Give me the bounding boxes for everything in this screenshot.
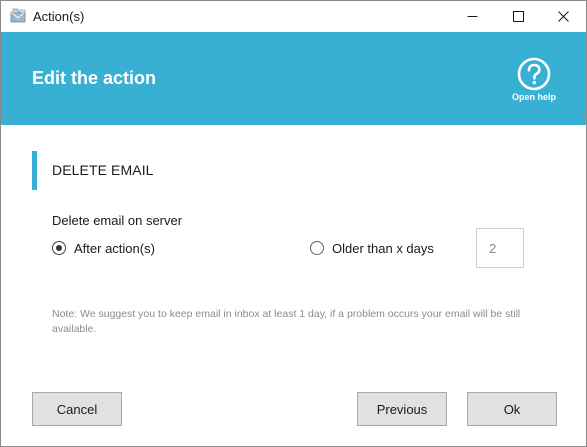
- section-accent-bar: [32, 151, 37, 190]
- ok-button[interactable]: Ok: [467, 392, 557, 426]
- note-text: Note: We suggest you to keep email in in…: [52, 308, 521, 335]
- help-icon: [517, 57, 551, 91]
- dialog-header: Edit the action Open help: [1, 32, 586, 125]
- action-dialog-window: Action(s) Edit the action Open help DELE…: [0, 0, 587, 447]
- radio-older-than-days[interactable]: Older than x days: [310, 239, 434, 257]
- previous-button[interactable]: Previous: [357, 392, 447, 426]
- cancel-button[interactable]: Cancel: [32, 392, 122, 426]
- radio-older-than-days-label: Older than x days: [332, 240, 434, 256]
- radio-checked-indicator: [52, 241, 66, 255]
- open-help-button[interactable]: Open help: [506, 57, 562, 107]
- window-title: Action(s): [33, 9, 85, 24]
- days-input[interactable]: [476, 228, 524, 268]
- maximize-icon: [512, 11, 524, 22]
- app-mail-icon: [10, 8, 26, 23]
- open-help-label: Open help: [511, 92, 556, 102]
- radio-after-actions[interactable]: After action(s): [52, 239, 155, 257]
- delete-email-label: Delete email on server: [52, 213, 183, 228]
- close-button[interactable]: [540, 1, 586, 32]
- close-icon: [557, 11, 569, 22]
- radio-after-actions-label: After action(s): [74, 240, 155, 256]
- minimize-icon: [467, 16, 477, 17]
- title-bar[interactable]: Action(s): [1, 1, 586, 32]
- section-title: DELETE EMAIL: [52, 162, 154, 178]
- page-title: Edit the action: [32, 68, 157, 88]
- radio-unchecked-indicator: [310, 241, 324, 255]
- minimize-button[interactable]: [449, 1, 495, 32]
- maximize-button[interactable]: [495, 1, 541, 32]
